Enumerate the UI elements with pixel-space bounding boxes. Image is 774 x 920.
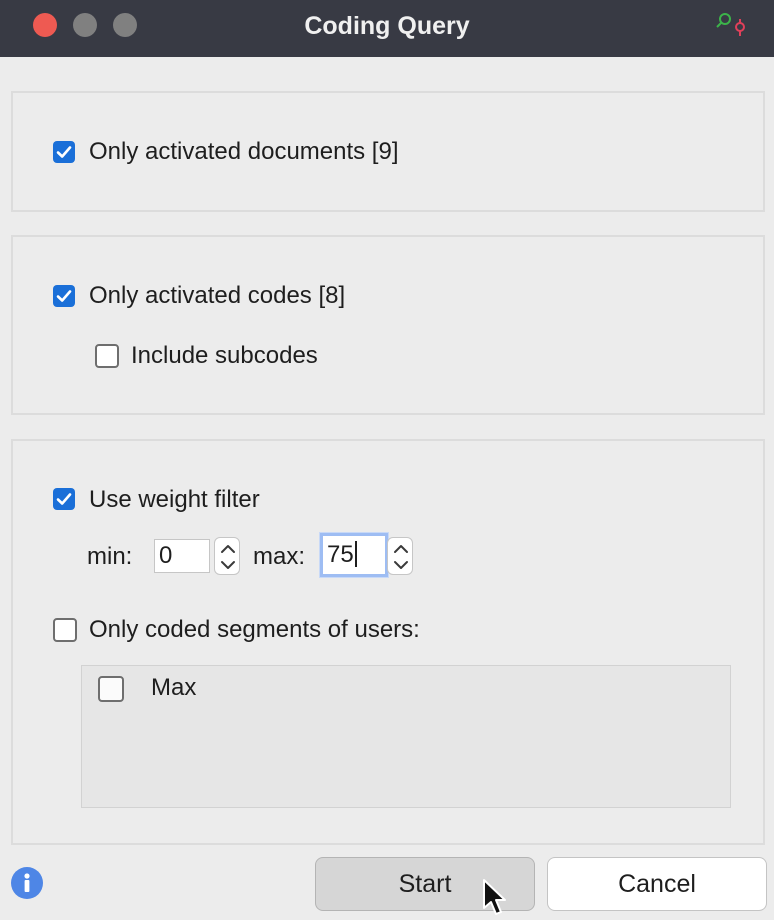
max-weight-value: 75 [327,541,354,568]
use-weight-filter-label[interactable]: Use weight filter [89,486,260,514]
user-checkbox[interactable] [98,676,124,702]
include-subcodes-label[interactable]: Include subcodes [131,342,318,370]
stepper-arrows-icon [394,545,408,569]
stepper-arrows-icon [221,545,235,569]
info-icon [24,873,30,892]
only-activated-codes-label[interactable]: Only activated codes [8] [89,282,345,310]
checkmark-icon [56,290,72,302]
min-weight-stepper[interactable] [214,537,240,575]
use-weight-filter-checkbox[interactable] [53,488,75,510]
codes-panel [11,235,765,415]
min-weight-value: 0 [159,542,173,569]
text-caret [354,541,357,568]
info-button[interactable] [11,867,43,899]
window-title: Coding Query [304,12,470,40]
only-activated-documents-checkbox[interactable] [53,141,75,163]
mouse-pointer-icon [483,879,506,915]
search-code-icon [716,13,745,36]
checkmark-icon [56,146,72,158]
include-subcodes-checkbox[interactable] [95,344,119,368]
user-list[interactable]: Max [81,665,731,808]
max-label: max: [253,543,306,570]
only-activated-documents-label[interactable]: Only activated documents [9] [89,138,399,166]
only-coded-segments-users-label[interactable]: Only coded segments of users: [89,616,420,644]
title-bar: Coding Query [0,0,774,57]
user-name[interactable]: Max [151,674,196,702]
only-coded-segments-users-checkbox[interactable] [53,618,77,642]
max-weight-input[interactable]: 75 [320,533,388,577]
only-activated-codes-checkbox[interactable] [53,285,75,307]
max-weight-stepper[interactable] [387,537,413,575]
checkmark-icon [56,493,72,505]
min-label: min: [87,543,133,570]
min-weight-input[interactable]: 0 [154,539,210,573]
cancel-button[interactable]: Cancel [547,857,767,911]
